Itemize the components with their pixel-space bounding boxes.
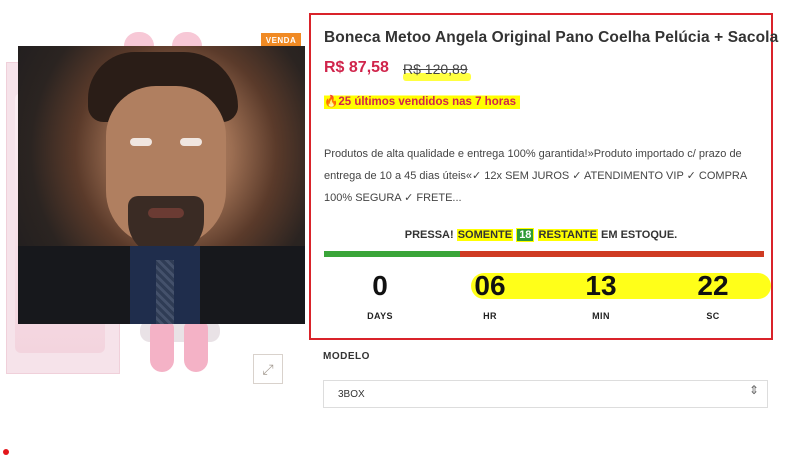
expand-icon[interactable]: ⤢ (253, 354, 283, 384)
countdown-minutes-value: 13 (585, 270, 617, 301)
select-arrows-icon: ⇕ (748, 383, 759, 397)
variant-select[interactable]: 3BOX ⇕ (323, 380, 768, 408)
stock-prefix: PRESSA! (404, 229, 454, 241)
stock-count: 18 (516, 228, 535, 242)
product-title: Boneca Metoo Angela Original Pano Coelha… (324, 29, 779, 46)
countdown-minutes-label: MIN (592, 311, 610, 321)
meme-overlay-image (18, 46, 305, 324)
countdown-days: 0 DAYS (335, 269, 425, 321)
fire-icon: 🔥 (324, 96, 339, 108)
countdown-hours: 06 HR (445, 269, 535, 321)
countdown-seconds: 22 SC (668, 269, 758, 321)
plush-leg-left (150, 322, 174, 372)
stock-suffix: EM ESTOQUE. (601, 229, 678, 241)
product-gallery: VENDA ⤢ (0, 0, 305, 410)
countdown-hours-label: HR (483, 311, 497, 321)
current-price: R$ 87,58 (324, 59, 389, 76)
product-description: Produtos de alta qualidade e entrega 100… (324, 148, 747, 204)
countdown-hours-value: 06 (474, 270, 506, 301)
countdown-seconds-value: 22 (697, 270, 729, 301)
countdown-seconds-label: SC (706, 311, 720, 321)
stock-progress-bar (324, 251, 764, 257)
plush-leg-right (184, 322, 208, 372)
stock-notice: PRESSA! SOMENTE 18 RESTANTE EM ESTOQUE. (311, 228, 771, 242)
recent-sales-notice: 🔥25 últimos vendidos nas 7 horas (324, 93, 520, 110)
red-dot (3, 449, 9, 455)
old-price: R$ 120,89 (403, 61, 468, 77)
stock-somente: SOMENTE (456, 229, 514, 241)
variant-label: MODELO (323, 351, 370, 362)
stock-progress-fill (324, 251, 461, 257)
countdown-days-label: DAYS (367, 311, 393, 321)
recent-sales-text: 25 últimos vendidos nas 7 horas (338, 96, 516, 108)
countdown-days-value: 0 (372, 270, 388, 301)
stock-restante: RESTANTE (537, 229, 598, 241)
product-info-panel: Boneca Metoo Angela Original Pano Coelha… (309, 13, 778, 340)
countdown-minutes: 13 MIN (556, 269, 646, 321)
variant-selected-value: 3BOX (338, 389, 365, 400)
